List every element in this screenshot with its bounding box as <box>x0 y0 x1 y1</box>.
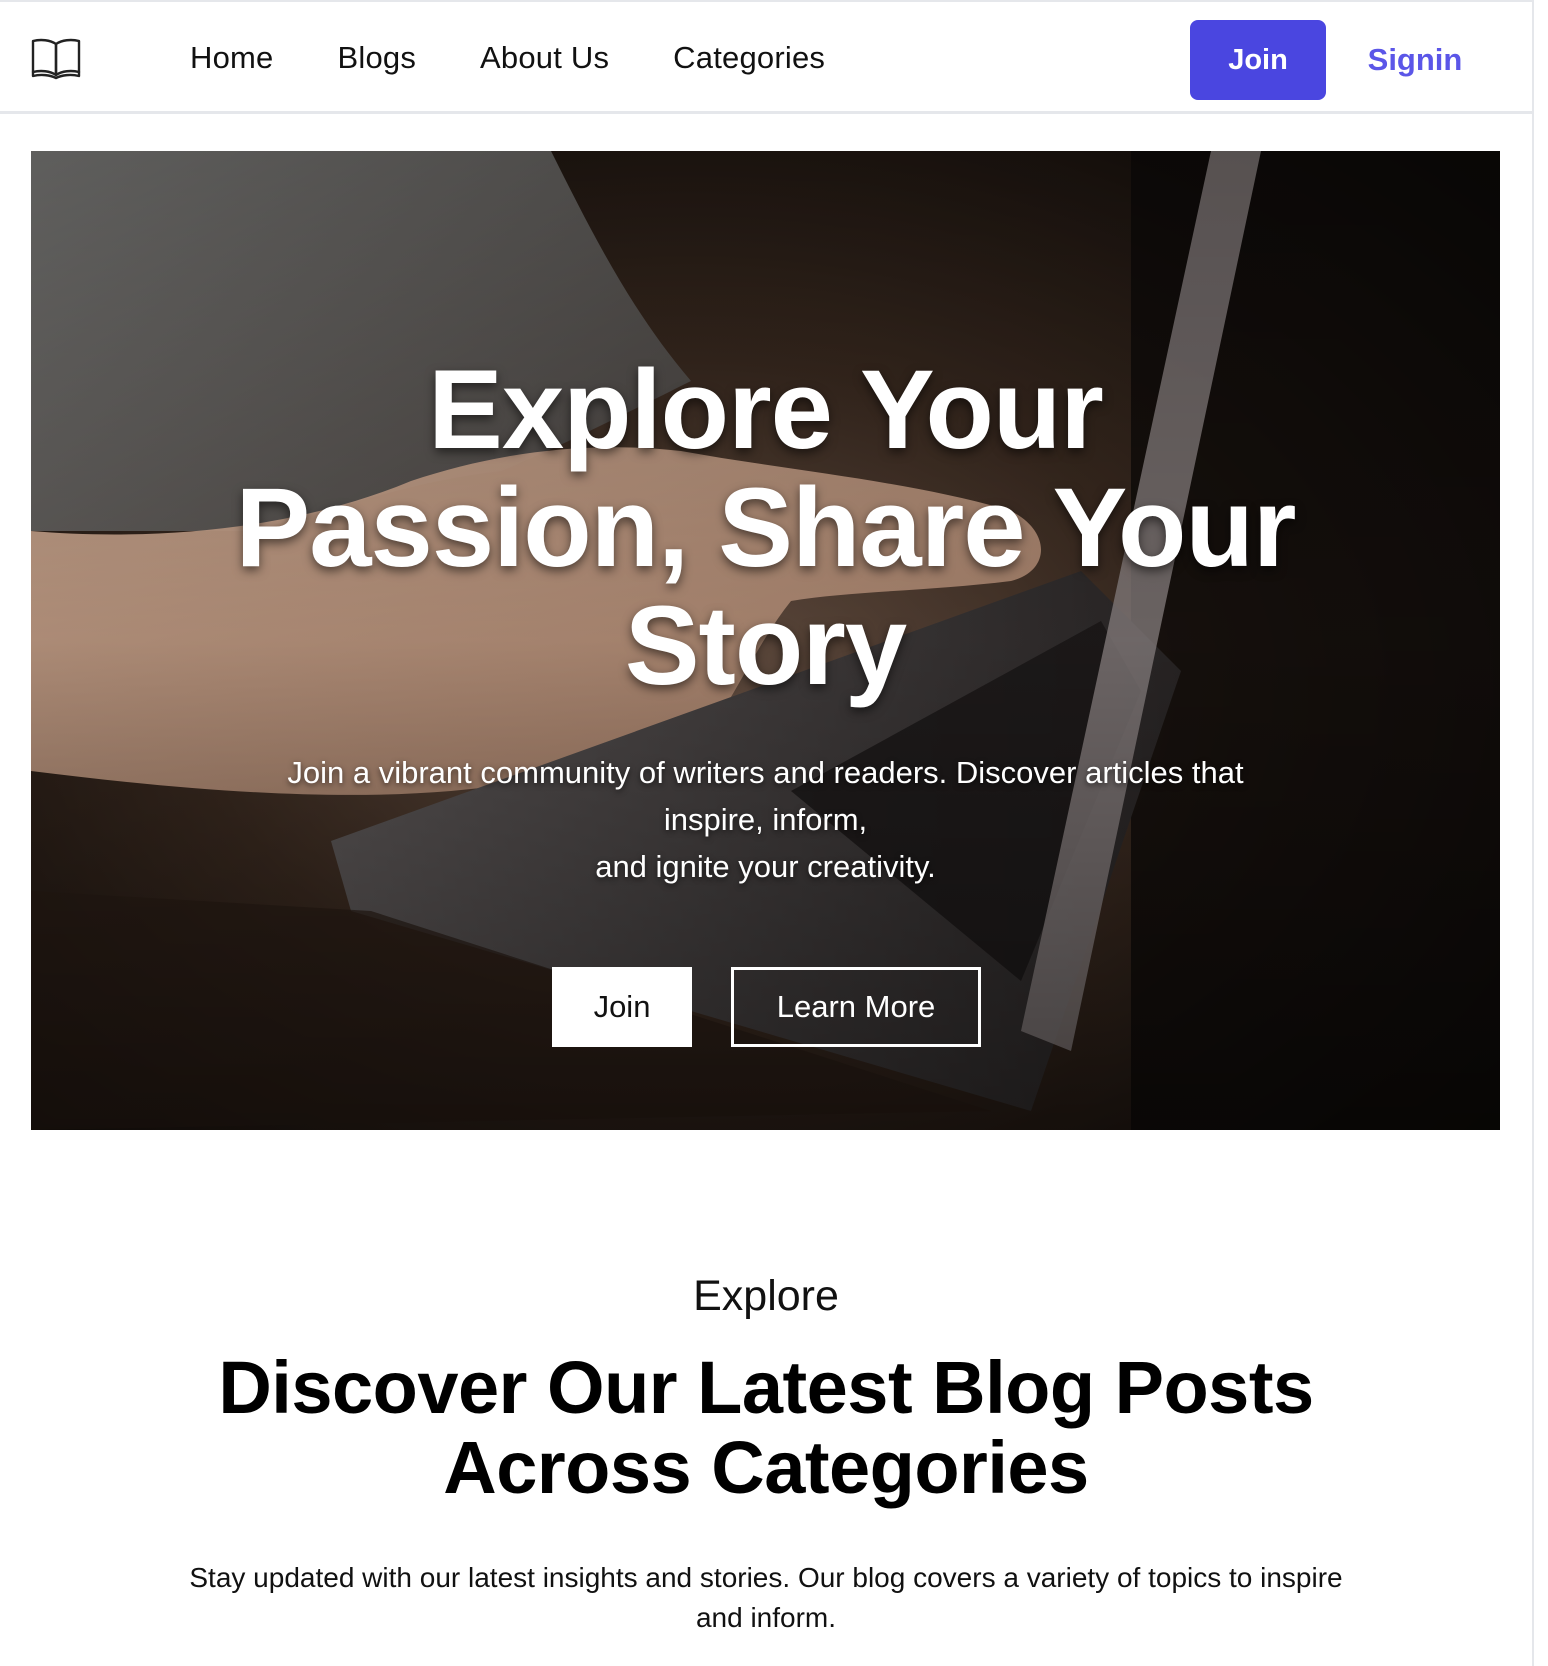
page: Home Blogs About Us Categories Join Sign… <box>0 0 1548 1666</box>
hero-title-line: Story <box>624 583 907 708</box>
explore-heading-line: Across Categories <box>443 1426 1089 1509</box>
nav-blogs-link[interactable]: Blogs <box>338 40 417 76</box>
hero-title-line: Explore Your <box>428 347 1104 472</box>
hero-subtitle-line: Join a vibrant community of writers and … <box>287 755 1244 790</box>
explore-description: Stay updated with our latest insights an… <box>150 1558 1382 1638</box>
nav-home-link[interactable]: Home <box>190 40 274 76</box>
hero-title: Explore Your Passion, Share Your Story <box>31 351 1500 705</box>
open-book-icon[interactable] <box>30 36 82 80</box>
hero-subtitle-line: and ignite your creativity. <box>595 849 936 884</box>
navbar: Home Blogs About Us Categories Join Sign… <box>0 2 1532 114</box>
explore-description-line: Stay updated with our latest insights an… <box>189 1562 1343 1593</box>
hero-join-button[interactable]: Join <box>552 967 692 1047</box>
hero-subtitle-line: inspire, inform, <box>663 802 868 837</box>
explore-heading: Discover Our Latest Blog Posts Across Ca… <box>100 1348 1432 1508</box>
hero-title-line: Passion, Share Your <box>235 465 1297 590</box>
explore-eyebrow: Explore <box>693 1272 839 1320</box>
hero-subtitle: Join a vibrant community of writers and … <box>231 749 1300 890</box>
main-nav: Home Blogs About Us Categories <box>190 2 825 114</box>
explore-heading-line: Discover Our Latest Blog Posts <box>218 1346 1314 1429</box>
nav-signin-button[interactable]: Signin <box>1360 20 1470 100</box>
hero-learn-more-button[interactable]: Learn More <box>731 967 981 1047</box>
explore-description-line: and inform. <box>695 1602 837 1633</box>
nav-about-us-link[interactable]: About Us <box>480 40 609 76</box>
frame-right-border <box>1532 0 1534 1666</box>
nav-join-button[interactable]: Join <box>1190 20 1326 100</box>
hero-section: Explore Your Passion, Share Your Story J… <box>31 151 1500 1130</box>
nav-categories-link[interactable]: Categories <box>673 40 825 76</box>
